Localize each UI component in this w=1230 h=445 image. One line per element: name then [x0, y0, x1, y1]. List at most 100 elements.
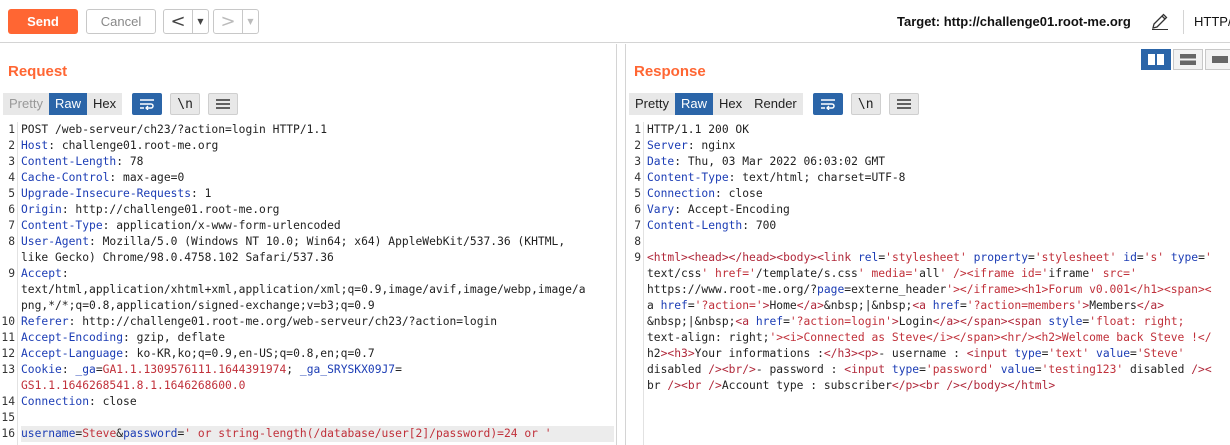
header-name: Accept-Language	[21, 347, 124, 360]
line-number: 12	[1, 347, 15, 360]
request-line-text: POST /web-serveur/ch23/?action=login HTT…	[21, 123, 328, 136]
response-header-line: Server: nginx	[647, 139, 736, 152]
header-name: Referer	[21, 315, 69, 328]
request-tab-hex[interactable]: Hex	[86, 93, 123, 115]
line-number: 16	[1, 427, 15, 440]
response-tab-render[interactable]: Render	[748, 93, 803, 115]
response-wrap-lines-icon[interactable]	[812, 93, 843, 115]
request-wrap-lines-icon[interactable]	[132, 93, 163, 115]
forward-history-dropdown-icon[interactable]: ▼	[242, 10, 258, 33]
request-cookie-line: Cookie: _ga=GA1.1.1309576111.1644391974;…	[21, 363, 402, 376]
request-line: POST /web-serveur/ch23/?action=login HTT…	[21, 122, 614, 138]
request-view-tabs: Pretty Raw Hex \n	[3, 93, 239, 115]
request-tab-raw[interactable]: Raw	[48, 93, 87, 115]
line-number: 5	[634, 187, 641, 200]
request-header-line: Upgrade-Insecure-Requests: 1	[21, 187, 212, 200]
send-button[interactable]: Send	[8, 9, 78, 34]
request-header-line: Accept-Encoding: gzip, deflate	[21, 331, 226, 344]
header-name: Host	[21, 139, 49, 152]
response-body-line: h2><h3>Your informations :</h3><p>- user…	[647, 347, 1185, 360]
header-value: max-age=0	[116, 171, 185, 184]
header-value: ko-KR,ko;q=0.9,en-US;q=0.8,en;q=0.7	[129, 347, 375, 360]
header-name: Connection	[647, 187, 716, 200]
response-header-line: Content-Type: text/html; charset=UTF-8	[647, 171, 906, 184]
param-value: ' or string-length(/database/user[2]/pas…	[184, 427, 552, 440]
status-line-text: HTTP/1.1 200 OK	[647, 123, 750, 136]
response-body-line: <html><head></head><body><link rel='styl…	[647, 251, 1212, 264]
line-number: 8	[8, 235, 15, 248]
header-name: Upgrade-Insecure-Requests	[21, 187, 192, 200]
protocol-label[interactable]: HTTP/1	[1194, 14, 1230, 29]
request-header-line: Content-Type: application/x-www-form-url…	[21, 219, 341, 232]
response-show-newlines-button[interactable]: \n	[850, 93, 881, 115]
request-header-line: User-Agent: Mozilla/5.0 (Windows NT 10.0…	[21, 235, 566, 248]
cookie-value: GS1.1.1646268541.8.1.1646268600.0	[21, 379, 246, 392]
cancel-button[interactable]: Cancel	[86, 9, 156, 34]
header-value: text/html,application/xhtml+xml,applicat…	[21, 283, 586, 296]
header-name: Connection	[21, 395, 90, 408]
target-label: Target: http://challenge01.root-me.org	[897, 14, 1131, 29]
response-header-line: Date: Thu, 03 Mar 2022 06:03:02 GMT	[647, 155, 886, 168]
header-value: 78	[123, 155, 144, 168]
line-number: 13	[1, 363, 15, 376]
line-number: 2	[634, 139, 641, 152]
header-name: Vary	[647, 203, 675, 216]
request-tab-pretty[interactable]: Pretty	[3, 93, 49, 115]
request-header-continuation: png,*/*;q=0.8,application/signed-exchang…	[21, 298, 614, 314]
response-editor[interactable]: 1 2 3 4 5 6 7 8 9 HTTP/1.1 200 OK Server…	[626, 122, 1230, 445]
request-cookie-continuation: GS1.1.1646268541.8.1.1646268600.0	[21, 378, 614, 394]
toolbar-divider	[1183, 10, 1184, 34]
edit-target-pencil-icon[interactable]	[1150, 11, 1170, 31]
line-number: 8	[634, 235, 641, 248]
forward-history-group: > ▼	[213, 9, 259, 34]
header-value: 700	[749, 219, 777, 232]
line-number: 10	[1, 315, 15, 328]
response-view-tabs: Pretty Raw Hex Render \n	[629, 93, 919, 115]
request-menu-icon[interactable]	[208, 93, 239, 115]
header-value: challenge01.root-me.org	[55, 139, 219, 152]
header-value: Accept-Encoding	[681, 203, 790, 216]
param-name: password	[123, 427, 178, 440]
header-value: nginx	[694, 139, 736, 152]
line-number: 14	[1, 395, 15, 408]
header-value: gzip, deflate	[129, 331, 226, 344]
header-value: like Gecko) Chrome/98.0.4758.102 Safari/…	[21, 251, 334, 264]
cookie-name: _ga	[75, 363, 96, 376]
line-number: 6	[634, 203, 641, 216]
cookie-name: _ga_SRYSKX09J7	[299, 363, 396, 376]
response-tab-pretty[interactable]: Pretty	[629, 93, 675, 115]
response-body-line: disabled /><br/>- password : <input type…	[647, 363, 1212, 376]
response-menu-icon[interactable]	[888, 93, 919, 115]
back-history-group: < ▼	[163, 9, 209, 34]
header-value: application/x-www-form-urlencoded	[109, 219, 341, 232]
status-line: HTTP/1.1 200 OK	[647, 122, 1228, 138]
header-value: close	[95, 395, 137, 408]
forward-arrow-icon[interactable]: >	[214, 10, 242, 33]
response-pane: Response Pretty Raw Hex Render \n 1 2 3 …	[625, 44, 1230, 445]
header-name: Origin	[21, 203, 62, 216]
line-number: 1	[634, 123, 641, 136]
back-history-dropdown-icon[interactable]: ▼	[192, 10, 208, 33]
response-tab-hex[interactable]: Hex	[712, 93, 749, 115]
header-name: Date	[647, 155, 675, 168]
line-number: 7	[634, 219, 641, 232]
header-value: Thu, 03 Mar 2022 06:03:02 GMT	[681, 155, 886, 168]
request-header-line: Origin: http://challenge01.root-me.org	[21, 203, 280, 216]
back-arrow-icon[interactable]: <	[164, 10, 192, 33]
response-header-line: Content-Length: 700	[647, 219, 777, 232]
header-value: 1	[197, 187, 212, 200]
header-value: close	[721, 187, 763, 200]
header-name: Cache-Control	[21, 171, 110, 184]
header-name: Content-Length	[647, 219, 743, 232]
request-pane: Request Pretty Raw Hex \n 1 2 3 4 5 6 7 …	[0, 44, 617, 445]
request-editor[interactable]: 1 2 3 4 5 6 7 8 9 10 11 12 13 14 15 16 P…	[0, 122, 616, 445]
request-show-newlines-button[interactable]: \n	[170, 93, 201, 115]
response-body-line: a href='?action='>Home</a>&nbsp;|&nbsp;<…	[647, 299, 1165, 312]
request-body-line: username=Steve&password=' or string-leng…	[21, 426, 614, 442]
header-value: text/html; charset=UTF-8	[735, 171, 906, 184]
request-header-continuation: like Gecko) Chrome/98.0.4758.102 Safari/…	[21, 250, 614, 266]
line-number: 3	[634, 155, 641, 168]
request-header-line: Referer: http://challenge01.root-me.org/…	[21, 315, 498, 328]
request-header-line: Accept-Language: ko-KR,ko;q=0.9,en-US;q=…	[21, 347, 375, 360]
response-tab-raw[interactable]: Raw	[674, 93, 713, 115]
